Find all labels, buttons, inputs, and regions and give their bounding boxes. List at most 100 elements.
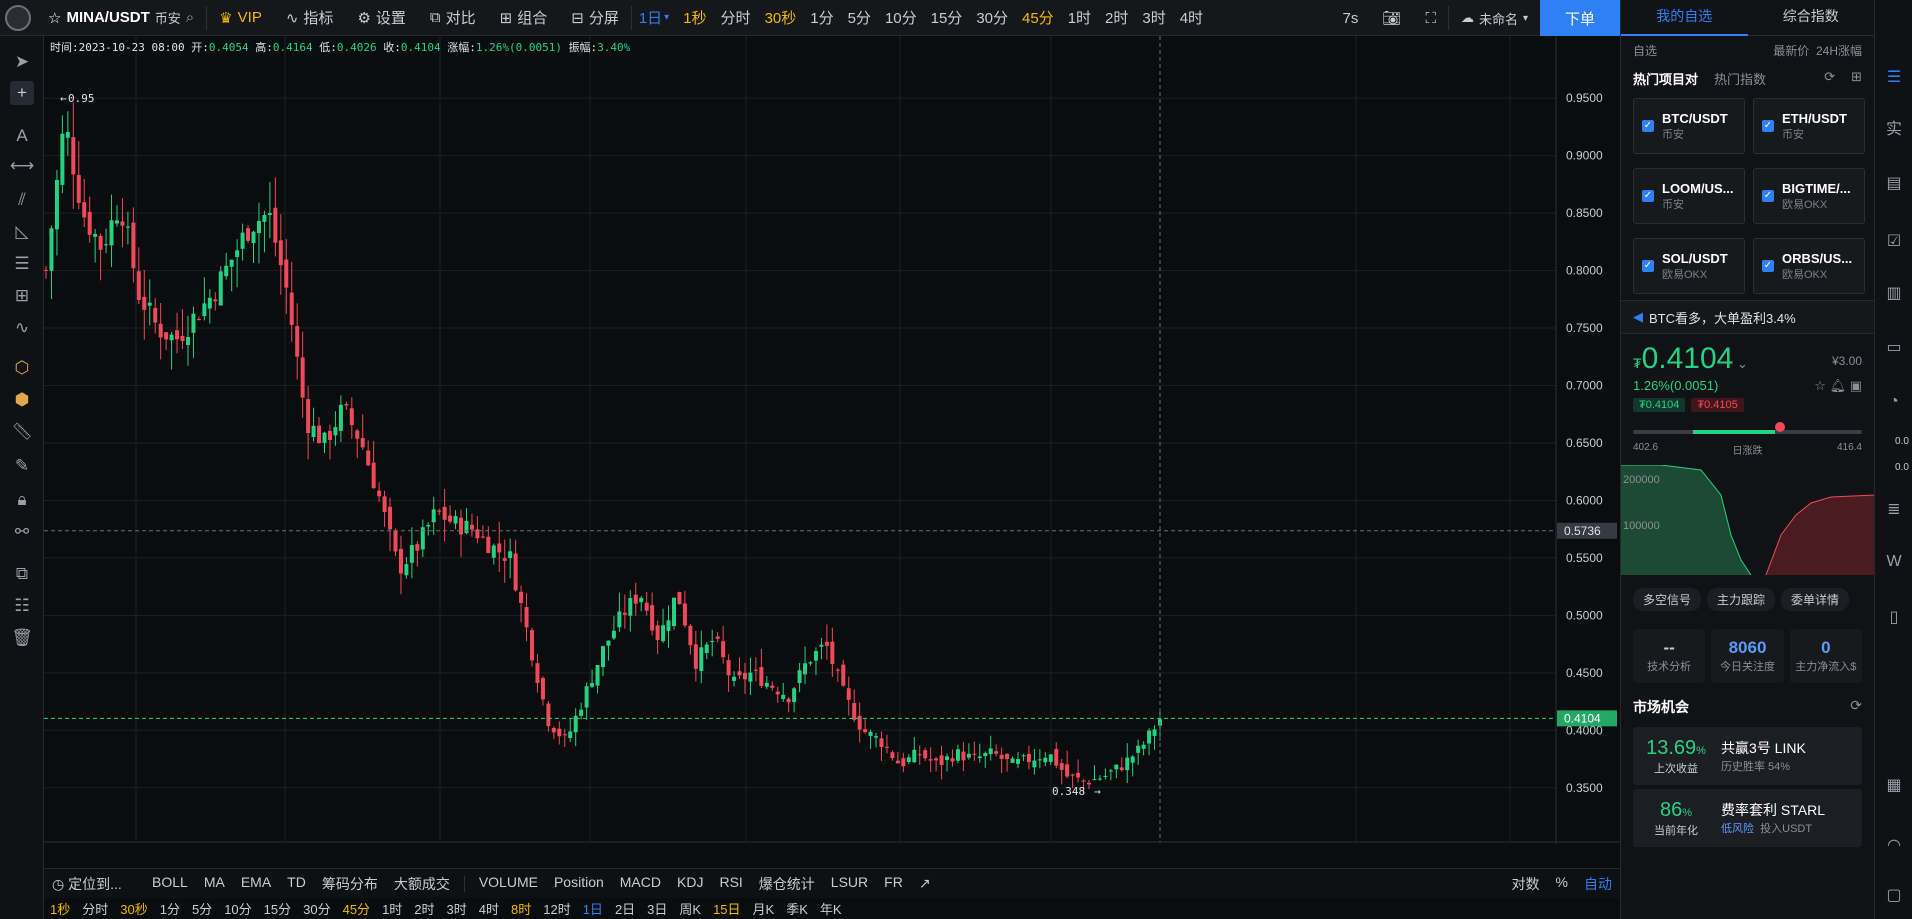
timeframe-option[interactable]: 30秒 xyxy=(114,899,153,918)
timeframe-option[interactable]: 季K xyxy=(780,899,814,918)
timeframe-option[interactable]: 5分 xyxy=(841,0,878,36)
split-button[interactable]: ⊟ 分屏 xyxy=(559,0,631,36)
sub-indicator-toggle[interactable]: LSUR xyxy=(823,874,876,894)
layers-icon[interactable]: ⧉ xyxy=(10,562,34,586)
timeframe-option[interactable]: 年K xyxy=(814,899,848,918)
list-icon[interactable]: ≣ xyxy=(1884,500,1904,520)
checklist-icon[interactable]: ☑ xyxy=(1884,232,1904,252)
ruler-icon[interactable]: 📏︎ xyxy=(10,420,34,444)
magnet-strong-icon[interactable]: ⬢ xyxy=(10,388,34,412)
tab-composite-index[interactable]: 综合指数 xyxy=(1748,0,1875,36)
tab-hot-index[interactable]: 热门指数 xyxy=(1714,69,1766,88)
news-icon[interactable]: ▤ xyxy=(1884,174,1904,194)
signal-tab[interactable]: 多空信号 xyxy=(1633,588,1702,611)
candlestick-chart[interactable]: 0.9500 0.9000 0.8500 0.8000 0.7500 0.7000 0.65… xyxy=(44,36,1620,844)
checkbox-icon[interactable]: ✓ xyxy=(1762,190,1774,202)
combine-button[interactable]: ⊞ 组合 xyxy=(488,0,560,36)
star-icon[interactable]: ☆ xyxy=(48,9,61,27)
add-icon[interactable]: ⊞ xyxy=(1851,69,1862,88)
stat-tile[interactable]: 8060 今日关注度 xyxy=(1711,629,1784,683)
timeframe-option[interactable]: 45分 xyxy=(337,899,376,918)
timeframe-option[interactable]: 分时 xyxy=(76,899,114,918)
timeframe-option[interactable]: 4时 xyxy=(1173,0,1210,36)
timeframe-option[interactable]: 4时 xyxy=(473,899,505,918)
timeframe-option[interactable]: 3时 xyxy=(441,899,473,918)
pair-card[interactable]: ✓ ETH/USDT 币安 xyxy=(1753,98,1865,154)
sub-indicator-toggle[interactable]: VOLUME xyxy=(471,874,546,894)
order-button[interactable]: 下单 xyxy=(1540,0,1620,36)
timeframe-option[interactable]: 15日 xyxy=(707,899,746,918)
col-24h-change[interactable]: 24H涨幅 xyxy=(1816,44,1862,58)
log-scale-toggle[interactable]: 对数 xyxy=(1504,874,1548,894)
sub-indicator-toggle[interactable]: KDJ xyxy=(669,874,711,894)
star-icon[interactable]: ☆ xyxy=(1814,378,1826,393)
sub-indicator-toggle[interactable]: Position xyxy=(546,874,612,894)
bell-icon[interactable]: 🔔︎ xyxy=(1830,378,1847,393)
indicator-button[interactable]: ∿ 指标 xyxy=(274,0,346,36)
opportunity-card[interactable]: 86% 当前年化 费率套利 STARL 低风险 投入USDT xyxy=(1633,789,1862,847)
edit-indicator-icon[interactable]: ↗ xyxy=(911,875,939,892)
object-tree-icon[interactable]: ☷ xyxy=(10,594,34,618)
expand-icon[interactable]: ▣ xyxy=(1850,378,1862,393)
timeframe-option[interactable]: 10分 xyxy=(878,0,924,36)
chat-icon[interactable]: ▢ xyxy=(1884,886,1904,906)
timeframe-option[interactable]: 2日 xyxy=(609,899,641,918)
indicator-toggle[interactable]: TD xyxy=(279,874,314,894)
cursor-arrow-icon[interactable]: ➤ xyxy=(10,50,34,74)
pair-card[interactable]: ✓ BIGTIME/... 欧易OKX xyxy=(1753,168,1865,224)
trend-line-icon[interactable]: ⫽ xyxy=(10,188,34,212)
timeframe-option[interactable]: 1时 xyxy=(376,899,408,918)
timeframe-option[interactable]: 1秒 xyxy=(44,899,76,918)
indicator-toggle[interactable]: EMA xyxy=(233,874,279,894)
chevron-down-icon[interactable]: ⌄ xyxy=(1733,356,1748,371)
symbol-selector[interactable]: ☆ MINA/USDT 币安 ⌕ xyxy=(36,0,206,36)
timeframe-option[interactable]: 1时 xyxy=(1061,0,1098,36)
visibility-icon[interactable]: ⚯ xyxy=(10,520,34,544)
tab-hot-pairs[interactable]: 热门项目对 xyxy=(1633,69,1698,88)
sub-indicator-toggle[interactable]: RSI xyxy=(711,874,750,894)
fullscreen-icon[interactable]: ⛶ xyxy=(1413,0,1448,36)
layout-name-button[interactable]: ☁ 未命名 ▾ xyxy=(1449,0,1540,36)
wallet-icon[interactable]: ▯ xyxy=(1884,608,1904,628)
timeframe-option[interactable]: 12时 xyxy=(537,899,576,918)
tab-my-watchlist[interactable]: 我的自选 xyxy=(1621,0,1748,36)
auto-scale-toggle[interactable]: 自动 xyxy=(1576,874,1620,894)
depth-chart[interactable]: 200000 100000 xyxy=(1621,464,1876,576)
timeframe-option[interactable]: 5分 xyxy=(186,899,218,918)
timeframe-option[interactable]: 15分 xyxy=(258,899,297,918)
app-logo[interactable] xyxy=(0,0,36,36)
trash-icon[interactable]: 🗑︎ xyxy=(10,626,34,650)
text-tool-icon[interactable]: A xyxy=(10,124,34,148)
signal-tab[interactable]: 委单详情 xyxy=(1781,588,1850,611)
measure-grid-icon[interactable]: ⊞ xyxy=(10,284,34,308)
gauge-icon[interactable]: ◔ xyxy=(1884,392,1904,412)
checkbox-icon[interactable]: ✓ xyxy=(1642,120,1654,132)
checkbox-icon[interactable]: ✓ xyxy=(1642,260,1654,272)
locate-button[interactable]: ◷ 定位到... xyxy=(44,874,144,894)
timeframe-option[interactable]: 2时 xyxy=(1098,0,1135,36)
opportunity-card[interactable]: 13.69% 上次收益 共赢3号 LINK 历史胜率 54% xyxy=(1633,727,1862,785)
indicator-toggle[interactable]: 筹码分布 xyxy=(314,874,386,894)
timeframe-option[interactable]: 3日 xyxy=(641,899,673,918)
checkbox-icon[interactable]: ✓ xyxy=(1642,190,1654,202)
line-tool-icon[interactable]: ⟷ xyxy=(10,154,34,178)
timeframe-option[interactable]: 3时 xyxy=(1135,0,1172,36)
timeframe-option[interactable]: 周K xyxy=(673,899,707,918)
pair-card[interactable]: ✓ SOL/USDT 欧易OKX xyxy=(1633,238,1745,294)
sub-indicator-toggle[interactable]: FR xyxy=(876,874,911,894)
document-icon[interactable]: ▭ xyxy=(1884,338,1904,358)
triangle-tool-icon[interactable]: ◺ xyxy=(10,220,34,244)
timeframe-option[interactable]: 1日 xyxy=(577,899,609,918)
timeframe-option[interactable]: 30秒 xyxy=(758,0,804,36)
timeframe-option[interactable]: 10分 xyxy=(218,899,257,918)
timeframe-option[interactable]: 30分 xyxy=(969,0,1015,36)
timeframe-option[interactable]: 15分 xyxy=(924,0,970,36)
fib-tool-icon[interactable]: ☰ xyxy=(10,252,34,276)
timeframe-option[interactable]: 30分 xyxy=(297,899,336,918)
interval-selector[interactable]: 1日 ▾ xyxy=(632,0,676,36)
pair-card[interactable]: ✓ LOOM/US... 币安 xyxy=(1633,168,1745,224)
w-icon[interactable]: W xyxy=(1884,552,1904,572)
sub-indicator-toggle[interactable]: MACD xyxy=(612,874,669,894)
sub-indicator-toggle[interactable]: 爆仓统计 xyxy=(751,874,823,894)
vip-button[interactable]: ♛ VIP xyxy=(207,0,274,36)
